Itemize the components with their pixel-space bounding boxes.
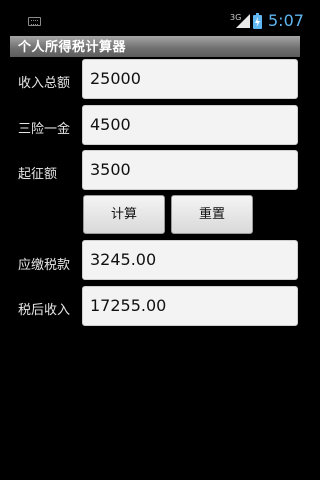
threshold-field[interactable]: 3500 xyxy=(82,150,298,190)
income-field[interactable]: 25000 xyxy=(82,59,298,99)
battery-charging-icon xyxy=(253,13,262,29)
calculate-button[interactable]: 计算 xyxy=(83,195,165,234)
reset-button[interactable]: 重置 xyxy=(171,195,253,234)
after-tax-field[interactable]: 17255.00 xyxy=(82,286,298,326)
insurance-label: 三险一金 xyxy=(18,122,71,137)
signal-icon xyxy=(236,14,250,28)
after-tax-label: 税后收入 xyxy=(18,303,71,318)
app-title: 个人所得税计算器 xyxy=(18,40,127,55)
status-clock: 5:07 xyxy=(268,11,304,30)
insurance-field[interactable]: 4500 xyxy=(82,105,298,145)
tax-due-label: 应缴税款 xyxy=(18,258,71,273)
app-screen: 3G 5:07 个人所得税计算器 收入总额 25000 三险一金 4500 起征… xyxy=(0,0,320,480)
threshold-label: 起征额 xyxy=(18,167,58,182)
title-bar: 个人所得税计算器 xyxy=(10,36,300,57)
tax-due-field[interactable]: 3245.00 xyxy=(82,240,298,280)
status-bar: 3G 5:07 xyxy=(0,0,320,33)
keyboard-icon xyxy=(28,17,41,26)
income-label: 收入总额 xyxy=(18,76,71,91)
